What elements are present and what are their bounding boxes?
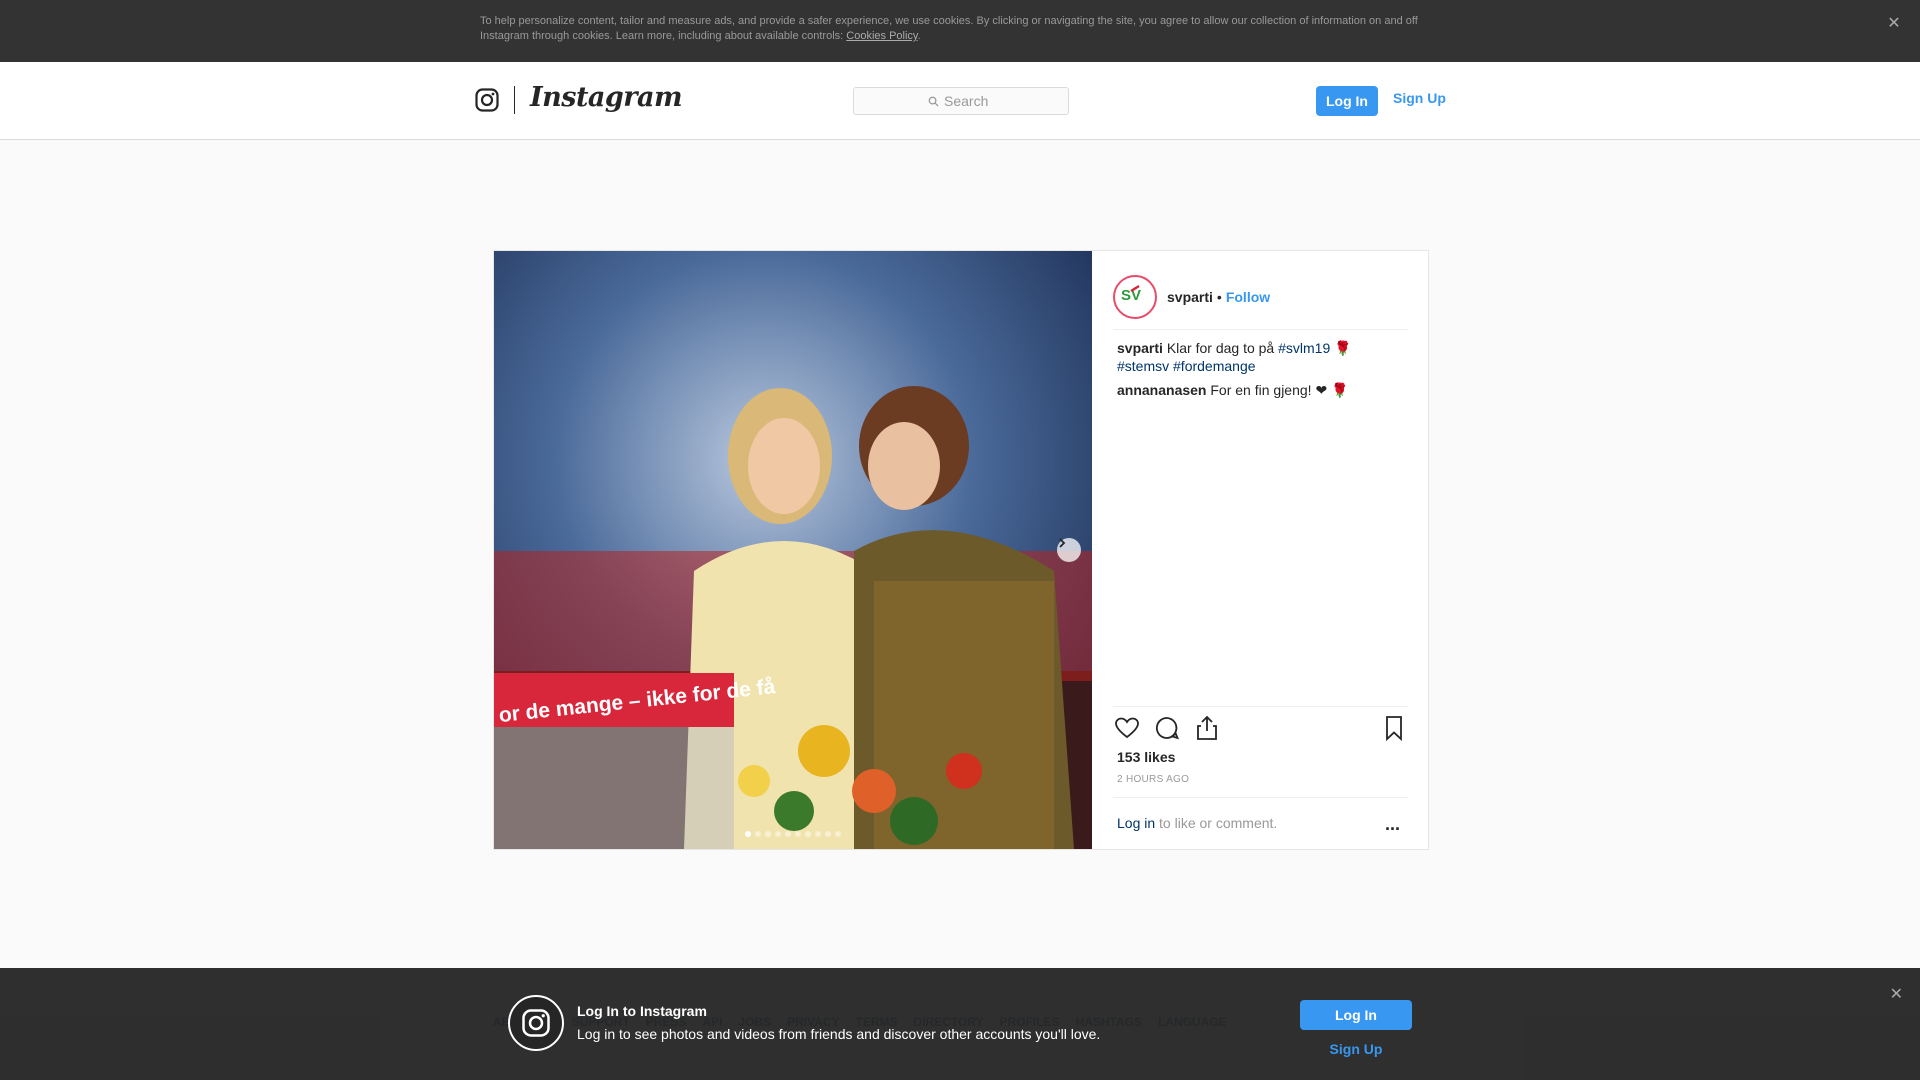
banner-subtitle: Log in to see photos and videos from fri…	[577, 1026, 1101, 1042]
bookmark-icon[interactable]	[1380, 714, 1408, 742]
carousel-dot	[775, 831, 781, 837]
hashtag-link[interactable]: #svlm19	[1278, 340, 1330, 356]
hashtag-link[interactable]: #fordemange	[1173, 358, 1256, 374]
emoji: ❤ 🌹	[1315, 382, 1349, 398]
author-username[interactable]: svparti	[1167, 289, 1213, 305]
carousel-dot	[785, 831, 791, 837]
photo-illustration: or de mange – ikke for de få	[494, 251, 1092, 849]
login-banner: Log In to Instagram Log in to see photos…	[0, 968, 1920, 1080]
heart-icon[interactable]	[1113, 714, 1141, 742]
share-icon[interactable]	[1193, 714, 1221, 742]
carousel-dot	[765, 831, 771, 837]
comment-username[interactable]: svparti	[1117, 340, 1163, 356]
post-timestamp[interactable]: 2 HOURS AGO	[1117, 774, 1189, 785]
search-box[interactable]	[853, 87, 1069, 115]
search-input[interactable]	[944, 93, 994, 109]
close-icon[interactable]: ✕	[1885, 15, 1903, 33]
instagram-glyph-icon	[508, 995, 564, 1051]
login-link[interactable]: Log in	[1117, 815, 1155, 831]
separator: •	[1216, 289, 1222, 305]
cookie-text: To help personalize content, tailor and …	[480, 14, 1440, 44]
post-author-row: SV svparti • Follow	[1113, 265, 1408, 330]
carousel-dot	[795, 831, 801, 837]
cookie-period: .	[917, 30, 921, 42]
carousel-next-button[interactable]	[1057, 538, 1081, 562]
follow-button[interactable]: Follow	[1226, 289, 1270, 305]
cookies-policy-link[interactable]: Cookies Policy	[846, 30, 917, 42]
carousel-dot	[815, 831, 821, 837]
top-nav: Instagram Log In Sign Up	[0, 62, 1920, 140]
list-item: annananasen For en fin gjeng! ❤ 🌹	[1117, 381, 1407, 399]
logo-divider	[514, 86, 515, 114]
comment-username[interactable]: annananasen	[1117, 382, 1206, 398]
login-to-comment-row: Log in to like or comment. ...	[1113, 797, 1408, 834]
login-prompt: Log in to like or comment.	[1117, 815, 1277, 831]
more-options-icon[interactable]: ...	[1385, 814, 1400, 835]
chevron-right-icon	[1059, 538, 1066, 548]
cookie-message: To help personalize content, tailor and …	[480, 15, 1418, 42]
close-icon[interactable]: ✕	[1890, 984, 1903, 1004]
hashtag-link[interactable]: #stemsv	[1117, 358, 1169, 374]
post-card: or de mange – ikke for de få SV svparti …	[493, 250, 1429, 850]
instagram-wordmark[interactable]: Instagram	[530, 82, 683, 113]
list-item: svparti Klar for dag to på #svlm19 🌹 #st…	[1117, 339, 1407, 375]
banner-login-button[interactable]: Log In	[1300, 1000, 1412, 1030]
login-button[interactable]: Log In	[1316, 86, 1378, 116]
carousel-dot	[745, 831, 751, 837]
search-icon	[928, 96, 939, 107]
sv-logo-icon: SV	[1121, 284, 1141, 304]
carousel-dot	[755, 831, 761, 837]
comment-text: For en fin gjeng!	[1210, 382, 1316, 398]
banner-signup-link[interactable]: Sign Up	[1300, 1041, 1412, 1057]
comment-icon[interactable]	[1153, 714, 1181, 742]
instagram-glyph-icon[interactable]	[475, 88, 499, 112]
comment-text: Klar for dag to på	[1166, 340, 1279, 356]
rose-emoji: 🌹	[1334, 340, 1352, 356]
carousel-dots	[745, 831, 841, 837]
carousel-dot	[835, 831, 841, 837]
carousel-dot	[805, 831, 811, 837]
likes-count[interactable]: 153 likes	[1117, 749, 1175, 765]
action-bar	[1113, 714, 1408, 744]
post-photo[interactable]: or de mange – ikke for de få	[494, 251, 1092, 849]
avatar[interactable]: SV	[1113, 275, 1157, 319]
carousel-dot	[825, 831, 831, 837]
post-sidebar: SV svparti • Follow svparti Klar for dag…	[1093, 251, 1428, 849]
banner-title: Log In to Instagram	[577, 1003, 707, 1019]
cookie-banner: To help personalize content, tailor and …	[0, 0, 1920, 62]
comments-list: svparti Klar for dag to på #svlm19 🌹 #st…	[1117, 339, 1407, 405]
post-actions: 153 likes 2 HOURS AGO	[1113, 706, 1408, 785]
signup-link[interactable]: Sign Up	[1393, 90, 1446, 106]
login-prompt-text: to like or comment.	[1155, 815, 1278, 831]
